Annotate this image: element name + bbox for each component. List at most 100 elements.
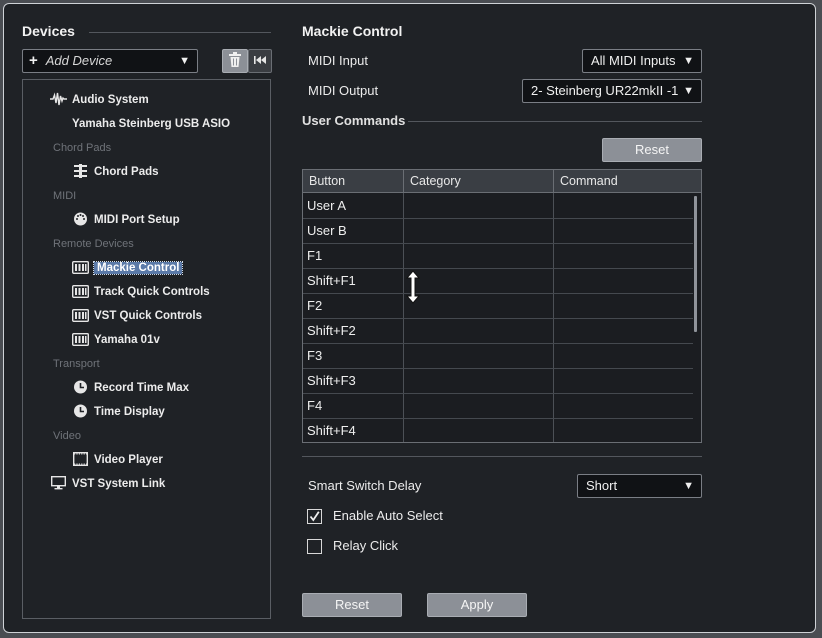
chevron-down-icon: ▼	[683, 85, 694, 97]
table-row[interactable]: F3	[303, 344, 693, 369]
table-row[interactable]: Shift+F1	[303, 269, 693, 294]
cell-button: F4	[307, 398, 323, 413]
tree-item-time-display[interactable]: Time Display	[72, 402, 165, 422]
enable-auto-select-label: Enable Auto Select	[333, 508, 443, 523]
remote-device-icon	[72, 284, 89, 298]
apply-button[interactable]: Apply	[427, 593, 527, 617]
clock-icon	[74, 380, 87, 394]
cell-command[interactable]	[553, 294, 693, 318]
relay-click-label: Relay Click	[333, 538, 399, 553]
options-divider	[302, 456, 702, 457]
monitor-icon	[51, 475, 67, 490]
cell-category[interactable]	[403, 244, 553, 268]
cell-category[interactable]	[403, 369, 553, 393]
chevron-down-icon: ▼	[683, 55, 694, 67]
tree-category-remote-devices[interactable]: Remote Devices	[53, 234, 134, 254]
table-row[interactable]: Shift+F3	[303, 369, 693, 394]
remote-device-icon	[72, 260, 89, 274]
cell-button: Shift+F4	[307, 423, 356, 438]
waveform-icon	[50, 92, 67, 106]
midi-input-dropdown[interactable]: All MIDI Inputs ▼	[582, 49, 702, 73]
cell-button: F3	[307, 348, 323, 363]
tree-item-yamaha-01v[interactable]: Yamaha 01v	[72, 330, 160, 350]
checkmark-icon	[309, 511, 320, 522]
sliders-icon	[74, 163, 87, 178]
column-header-command[interactable]: Command	[553, 170, 701, 192]
cell-button: F1	[307, 248, 323, 263]
tree-category-transport[interactable]: Transport	[53, 354, 100, 374]
tree-item-asio-driver[interactable]: Yamaha Steinberg USB ASIO	[72, 114, 230, 134]
user-commands-divider	[408, 121, 702, 122]
table-row[interactable]: Shift+F4	[303, 419, 693, 442]
cell-category[interactable]	[403, 294, 553, 318]
table-row[interactable]: User A	[303, 194, 693, 219]
table-row[interactable]: User B	[303, 219, 693, 244]
smart-switch-delay-dropdown[interactable]: Short ▼	[577, 474, 702, 498]
midi-output-dropdown[interactable]: 2- Steinberg UR22mkII -1 ▼	[522, 79, 702, 103]
chevron-down-icon: ▼	[683, 480, 694, 492]
tree-category-video[interactable]: Video	[53, 426, 81, 446]
chevron-down-icon: ▼	[179, 55, 190, 67]
tree-item-record-time-max[interactable]: Record Time Max	[72, 378, 189, 398]
table-row[interactable]: F2	[303, 294, 693, 319]
reset-button[interactable]: Reset	[302, 593, 402, 617]
cell-command[interactable]	[553, 269, 693, 293]
midi-port-icon	[74, 212, 87, 226]
resize-cursor-icon	[406, 270, 420, 304]
cell-button: Shift+F2	[307, 323, 356, 338]
tree-item-label: Chord Pads	[94, 166, 159, 178]
midi-output-label: MIDI Output	[308, 83, 379, 98]
cell-command[interactable]	[553, 194, 693, 218]
table-row[interactable]: Shift+F2	[303, 319, 693, 344]
cell-command[interactable]	[553, 369, 693, 393]
cell-command[interactable]	[553, 219, 693, 243]
midi-input-value: All MIDI Inputs	[591, 53, 676, 68]
tree-item-video-player[interactable]: Video Player	[72, 450, 163, 470]
cell-button: User B	[307, 223, 347, 238]
add-device-dropdown[interactable]: + Add Device ▼	[22, 49, 198, 73]
tree-item-label: Track Quick Controls	[94, 286, 210, 298]
cell-category[interactable]	[403, 344, 553, 368]
enable-auto-select-checkbox[interactable]	[307, 509, 322, 524]
tree-item-chord-pads[interactable]: Chord Pads	[72, 162, 159, 182]
tree-item-label: Yamaha Steinberg USB ASIO	[72, 118, 231, 130]
tree-item-label-selected: Mackie Control	[92, 261, 184, 275]
tree-item-label: Video Player	[94, 454, 163, 466]
remove-device-button[interactable]	[222, 49, 248, 73]
cell-category[interactable]	[403, 219, 553, 243]
cell-command[interactable]	[553, 394, 693, 418]
table-scrollbar[interactable]	[694, 196, 697, 332]
tree-item-midi-port-setup[interactable]: MIDI Port Setup	[72, 210, 180, 230]
cell-category[interactable]	[403, 394, 553, 418]
cell-command[interactable]	[553, 344, 693, 368]
reset-device-button[interactable]	[248, 49, 272, 73]
column-header-category[interactable]: Category	[403, 170, 553, 192]
user-commands-reset-button[interactable]: Reset	[602, 138, 702, 162]
tree-item-label: Yamaha 01v	[94, 334, 160, 346]
cell-button: F2	[307, 298, 323, 313]
cell-command[interactable]	[553, 419, 693, 442]
cell-command[interactable]	[553, 319, 693, 343]
relay-click-checkbox[interactable]	[307, 539, 322, 554]
tree-item-vst-system-link[interactable]: VST System Link	[50, 474, 165, 494]
smart-switch-delay-value: Short	[586, 478, 618, 493]
tree-item-track-quick-controls[interactable]: Track Quick Controls	[72, 282, 210, 302]
cell-category[interactable]	[403, 419, 553, 442]
film-icon	[73, 451, 89, 466]
user-commands-table: Button Category Command User A User B F1…	[302, 169, 702, 443]
cell-command[interactable]	[553, 244, 693, 268]
table-row[interactable]: F1	[303, 244, 693, 269]
tree-item-vst-quick-controls[interactable]: VST Quick Controls	[72, 306, 202, 326]
cell-category[interactable]	[403, 319, 553, 343]
column-header-button[interactable]: Button	[303, 170, 403, 192]
table-row[interactable]: F4	[303, 394, 693, 419]
tree-category-midi[interactable]: MIDI	[53, 186, 76, 206]
tree-item-audio-system[interactable]: Audio System	[50, 90, 149, 110]
cell-category[interactable]	[403, 194, 553, 218]
cell-button: User A	[307, 198, 347, 213]
tree-item-mackie-control[interactable]: Mackie Control	[72, 258, 184, 278]
tree-item-label: Record Time Max	[94, 382, 190, 394]
cell-category[interactable]	[403, 269, 553, 293]
tree-category-chord-pads[interactable]: Chord Pads	[53, 138, 111, 158]
device-setup-window: Devices + Add Device ▼ Audio System Yamah…	[3, 3, 816, 633]
